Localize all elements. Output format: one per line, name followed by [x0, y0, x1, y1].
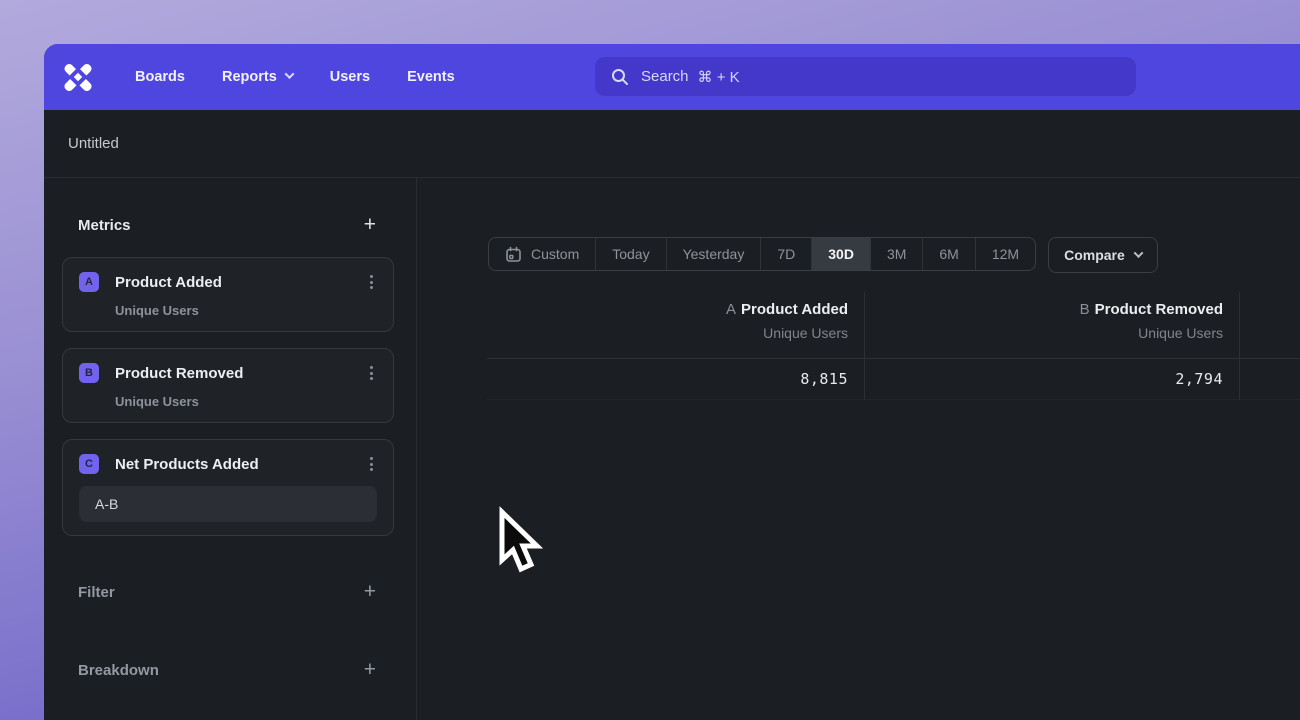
- metric-title: Net Products Added: [115, 456, 366, 473]
- top-nav: Boards Reports Users Events Search: [44, 44, 1300, 110]
- date-range-label: Custom: [531, 246, 579, 262]
- date-range-yesterday[interactable]: Yesterday: [666, 238, 761, 270]
- table-cell-value[interactable]: 8,815: [487, 358, 864, 400]
- metric-title: Product Added: [115, 274, 366, 291]
- date-range-7d[interactable]: 7D: [760, 238, 811, 270]
- add-breakdown-button[interactable]: +: [364, 660, 376, 680]
- nav-items: Boards Reports Users Events: [135, 69, 455, 85]
- metric-title: Product Removed: [115, 365, 366, 382]
- table-column-overflow: [1240, 292, 1300, 400]
- metric-badge: C: [79, 454, 99, 474]
- nav-item-users[interactable]: Users: [330, 69, 370, 85]
- metric-badge: B: [79, 363, 99, 383]
- query-sidebar: Metrics + A Product Added Unique Users B…: [44, 178, 417, 720]
- chevron-down-icon: [1133, 248, 1143, 258]
- filter-section-header: Filter +: [62, 582, 394, 602]
- main-content: Custom Today Yesterday 7D 30D 3M 6M 12M …: [417, 178, 1300, 720]
- mixpanel-logo-icon[interactable]: [63, 62, 93, 92]
- date-controls: Custom Today Yesterday 7D 30D 3M 6M 12M …: [488, 237, 1158, 273]
- metrics-section-header: Metrics +: [62, 215, 394, 235]
- report-title[interactable]: Untitled: [68, 135, 119, 152]
- date-range-3m[interactable]: 3M: [870, 238, 922, 270]
- kebab-menu-icon[interactable]: [366, 272, 377, 292]
- compare-label: Compare: [1064, 247, 1125, 263]
- app-window: Boards Reports Users Events Search: [44, 44, 1300, 720]
- results-table: A Product Added Unique Users 8,815 B Produ…: [487, 292, 1300, 400]
- metric-card-b[interactable]: B Product Removed Unique Users: [62, 348, 394, 423]
- chevron-down-icon: [284, 69, 294, 79]
- nav-item-boards[interactable]: Boards: [135, 69, 185, 85]
- breakdown-label: Breakdown: [78, 662, 159, 679]
- metric-aggregation[interactable]: Unique Users: [115, 394, 377, 409]
- nav-item-label: Events: [407, 69, 455, 85]
- nav-item-events[interactable]: Events: [407, 69, 455, 85]
- column-header: B Product Removed Unique Users: [865, 292, 1239, 358]
- search-shortcut: ⌘ + K: [698, 68, 740, 86]
- metrics-label: Metrics: [78, 217, 131, 234]
- table-column-a: A Product Added Unique Users 8,815: [487, 292, 865, 400]
- desktop-background: Boards Reports Users Events Search: [0, 0, 1300, 720]
- add-metric-button[interactable]: +: [364, 215, 376, 235]
- column-title: Product Added: [741, 301, 848, 318]
- metric-card-a[interactable]: A Product Added Unique Users: [62, 257, 394, 332]
- column-subtitle: Unique Users: [487, 325, 848, 341]
- date-range-custom[interactable]: Custom: [489, 238, 595, 270]
- filter-label: Filter: [78, 584, 115, 601]
- formula-input[interactable]: A-B: [79, 486, 377, 522]
- search-placeholder: Search: [641, 68, 689, 85]
- date-range-30d-selected[interactable]: 30D: [811, 238, 870, 270]
- calendar-icon: [505, 246, 522, 263]
- date-range-selector: Custom Today Yesterday 7D 30D 3M 6M 12M: [488, 237, 1036, 271]
- table-column-b: B Product Removed Unique Users 2,794: [865, 292, 1240, 400]
- nav-item-label: Boards: [135, 69, 185, 85]
- compare-button[interactable]: Compare: [1048, 237, 1158, 273]
- metric-letter: B: [1080, 301, 1090, 318]
- column-title: Product Removed: [1095, 301, 1223, 318]
- kebab-menu-icon[interactable]: [366, 454, 377, 474]
- nav-item-label: Users: [330, 69, 370, 85]
- add-filter-button[interactable]: +: [364, 582, 376, 602]
- report-titlebar: Untitled: [44, 110, 1300, 178]
- date-range-today[interactable]: Today: [595, 238, 665, 270]
- metric-badge: A: [79, 272, 99, 292]
- date-range-6m[interactable]: 6M: [922, 238, 974, 270]
- table-cell-value[interactable]: 2,794: [865, 358, 1239, 400]
- nav-item-reports[interactable]: Reports: [222, 69, 293, 85]
- nav-item-label: Reports: [222, 69, 277, 85]
- search-icon: [611, 68, 629, 86]
- date-range-12m[interactable]: 12M: [975, 238, 1035, 270]
- kebab-menu-icon[interactable]: [366, 363, 377, 383]
- column-subtitle: Unique Users: [865, 325, 1223, 341]
- column-header: A Product Added Unique Users: [487, 292, 864, 358]
- search-input[interactable]: Search ⌘ + K: [595, 57, 1136, 96]
- breakdown-section-header: Breakdown +: [62, 660, 394, 680]
- metric-card-c[interactable]: C Net Products Added A-B: [62, 439, 394, 536]
- metric-letter: A: [726, 301, 736, 318]
- metric-aggregation[interactable]: Unique Users: [115, 303, 377, 318]
